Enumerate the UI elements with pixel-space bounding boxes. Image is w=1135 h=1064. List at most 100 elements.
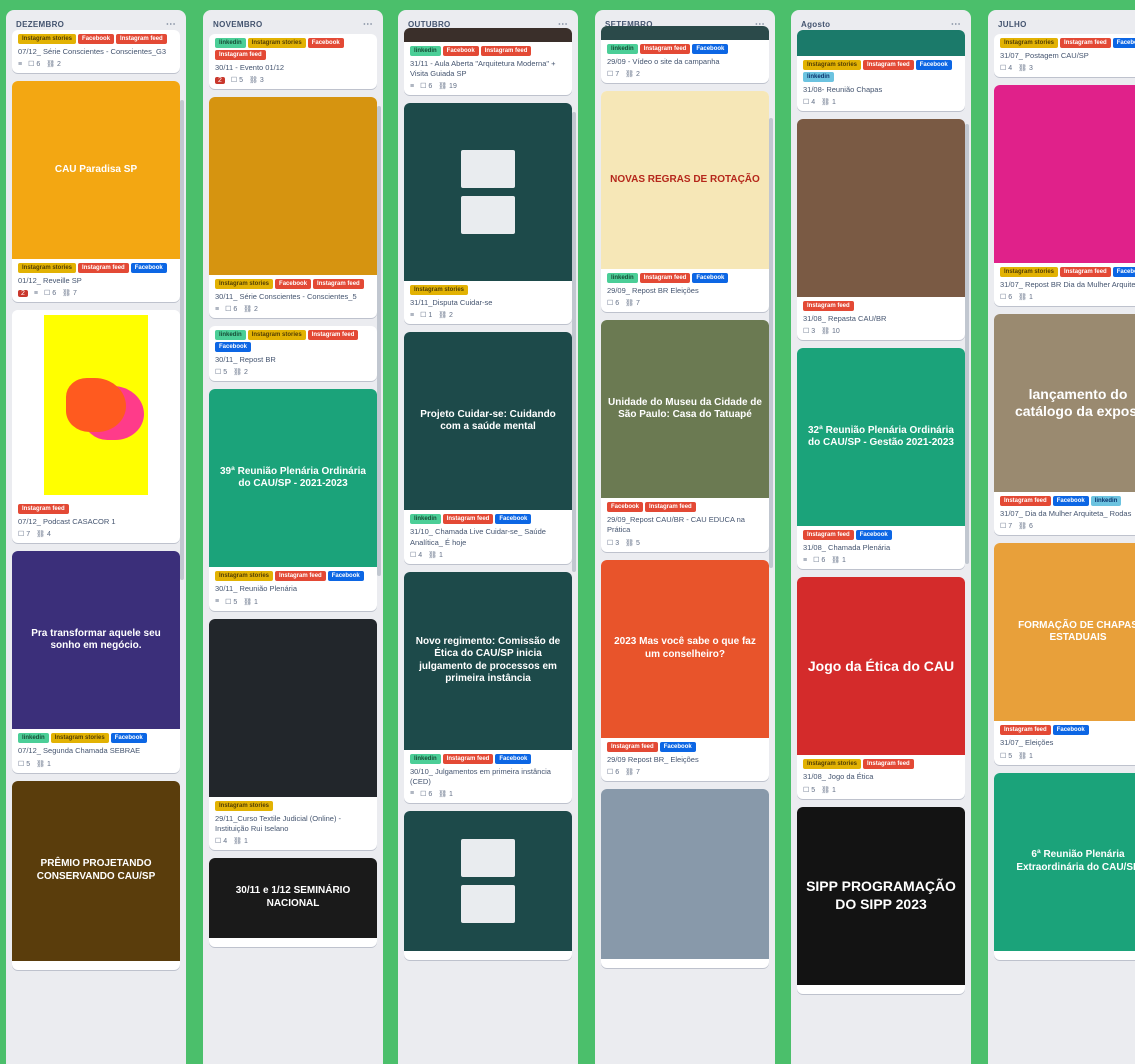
card-label[interactable]: Facebook (692, 44, 729, 54)
card-label[interactable]: Instagram feed (803, 530, 854, 541)
card-label[interactable]: Facebook (1052, 496, 1089, 507)
card-label[interactable]: Instagram feed (215, 50, 266, 60)
card-label[interactable]: Instagram feed (307, 330, 359, 341)
list-scrollbar[interactable] (769, 118, 773, 568)
card-label[interactable]: Instagram feed (18, 504, 69, 515)
card-label[interactable]: Facebook (442, 46, 479, 56)
card[interactable]: 30/11 e 1/12 SEMINÁRIO NACIONAL (209, 857, 377, 947)
card-label[interactable]: linkedin (410, 753, 441, 764)
card[interactable]: linkedin Facebook Instagram feed 31/11 - Au… (404, 28, 572, 96)
card-label[interactable]: linkedin (410, 514, 441, 525)
card[interactable]: 6ª Reunião Plenária Extraordinária do CA… (994, 772, 1135, 960)
card-label[interactable]: Facebook (692, 273, 729, 284)
card-label[interactable]: Instagram feed (480, 46, 532, 56)
card-label[interactable]: Facebook (327, 571, 364, 582)
card-label[interactable]: Facebook (1112, 38, 1135, 48)
card-label[interactable]: Instagram feed (607, 741, 658, 752)
card-label[interactable]: Facebook (495, 514, 532, 525)
card[interactable]: NOVAS REGRAS DE ROTAÇÃO linkedin Instagram… (601, 91, 769, 313)
card-label[interactable]: Instagram stories (247, 330, 306, 341)
card-label[interactable]: Instagram stories (247, 38, 306, 48)
card[interactable]: linkedin Instagram stories Facebook Instagr… (209, 34, 377, 90)
card[interactable]: Instagram stories 31/11_Disputa Cuidar-se… (404, 103, 572, 325)
card-label[interactable]: Instagram stories (1000, 38, 1059, 48)
card-label[interactable]: Instagram feed (275, 571, 326, 582)
list-scrollbar[interactable] (965, 124, 969, 564)
card-label[interactable]: linkedin (607, 44, 638, 54)
card[interactable]: Instagram stories 29/11_Curso Textile Jud… (209, 618, 377, 850)
card-label[interactable]: Facebook (110, 733, 147, 744)
card[interactable] (601, 788, 769, 968)
card-label[interactable]: Facebook (307, 38, 344, 48)
card-label[interactable]: Facebook (78, 34, 115, 44)
card-label[interactable]: Instagram feed (863, 60, 914, 70)
card[interactable]: Novo regimento: Comissão de Ética do CAU… (404, 571, 572, 803)
card-label[interactable]: linkedin (410, 46, 441, 56)
card-label[interactable]: Instagram feed (639, 273, 691, 284)
card[interactable]: Instagram storiesInstagram feedFacebook 3… (994, 34, 1135, 78)
list-scrollbar[interactable] (377, 106, 381, 576)
card-label[interactable]: Facebook (215, 342, 252, 353)
card-label[interactable]: linkedin (803, 72, 834, 82)
card-label[interactable]: Instagram stories (18, 263, 77, 274)
card-label[interactable]: Instagram feed (803, 301, 854, 312)
card-label[interactable]: Instagram stories (50, 733, 109, 744)
card[interactable]: PRÊMIO PROJETANDO CONSERVANDO CAU/SP (12, 780, 180, 970)
card[interactable]: linkedin Instagram stories Instagram feed F… (209, 326, 377, 382)
card[interactable]: linkedin Instagram feed Facebook 29/09 - Ví… (601, 26, 769, 84)
card-label[interactable]: Instagram feed (1060, 267, 1111, 278)
list-menu-icon[interactable]: ⋯ (951, 19, 961, 30)
card[interactable]: Projeto Cuidar-se: Cuidando com a saúde … (404, 332, 572, 564)
card[interactable]: Jogo da Ética do CAU Instagram stories Ins… (797, 577, 965, 799)
card-label[interactable]: Instagram stories (215, 571, 274, 582)
card-label[interactable]: Facebook (495, 753, 532, 764)
card[interactable]: Instagram feed 31/08_ Repasta CAU/BR ☐ 3 ⛓ … (797, 119, 965, 341)
card[interactable]: 32ª Reunião Plenária Ordinária do CAU/SP… (797, 348, 965, 570)
card-label[interactable]: Instagram feed (639, 44, 691, 54)
card-label[interactable]: linkedin (1090, 496, 1122, 507)
card[interactable]: Instagram stories Instagram feed Facebook l… (797, 30, 965, 112)
card-label[interactable]: Instagram feed (645, 502, 696, 513)
card[interactable]: Pra transformar aquele seu sonho em negó… (12, 551, 180, 773)
card-label[interactable]: Instagram feed (313, 279, 364, 290)
card[interactable]: Unidade do Museu da Cidade de São Paulo:… (601, 320, 769, 552)
card-label[interactable]: Facebook (1052, 725, 1089, 736)
card-label[interactable]: Instagram stories (803, 759, 862, 770)
list-scrollbar[interactable] (180, 100, 184, 580)
card[interactable]: Instagram stories Facebook Instagram feed 0… (12, 30, 180, 74)
card-label[interactable]: Instagram stories (215, 800, 274, 811)
card[interactable] (404, 810, 572, 960)
card-label[interactable]: Facebook (915, 60, 952, 70)
list-menu-icon[interactable]: ⋯ (363, 19, 373, 30)
card-label[interactable]: linkedin (215, 38, 246, 48)
card[interactable]: lançamento do catálogo da exposi Instagra… (994, 314, 1135, 536)
card-label[interactable]: Instagram feed (1060, 38, 1111, 48)
card[interactable]: 2023 Mas você sabe o que faz um conselhe… (601, 559, 769, 781)
card[interactable]: FORMAÇÃO DE CHAPAS ESTADUAIS Instagram fe… (994, 543, 1135, 765)
card-label[interactable]: Facebook (855, 530, 892, 541)
card-label[interactable]: linkedin (18, 733, 49, 744)
card-label[interactable]: Instagram feed (1000, 496, 1051, 507)
card-label[interactable]: Instagram feed (442, 753, 494, 764)
card-label[interactable]: Instagram stories (803, 60, 862, 70)
card-label[interactable]: Instagram feed (78, 263, 129, 274)
card-label[interactable]: Facebook (1112, 267, 1135, 278)
card[interactable]: Instagram feed 07/12_ Podcast CASACOR 1 ☐ … (12, 310, 180, 544)
card-label[interactable]: Facebook (607, 502, 644, 513)
card-label[interactable]: Instagram feed (1000, 725, 1051, 736)
card-label[interactable]: Instagram feed (442, 514, 494, 525)
card[interactable]: CAU Paradisa SP Instagram stories Instagra… (12, 81, 180, 303)
card-label[interactable]: Instagram stories (215, 279, 274, 290)
card-label[interactable]: Instagram feed (116, 34, 167, 44)
card-label[interactable]: Facebook (659, 741, 696, 752)
card-label[interactable]: Facebook (130, 263, 167, 274)
card[interactable]: Instagram stories Facebook Instagram feed 3… (209, 97, 377, 319)
card[interactable]: SIPP PROGRAMAÇÃO DO SIPP 2023 (797, 806, 965, 994)
card-label[interactable]: Instagram feed (863, 759, 914, 770)
list-menu-icon[interactable]: ⋯ (166, 19, 176, 30)
card[interactable]: Instagram storiesInstagram feedFacebook 3… (994, 85, 1135, 307)
card-label[interactable]: Instagram stories (18, 34, 77, 44)
list-scrollbar[interactable] (572, 112, 576, 572)
card-label[interactable]: linkedin (215, 330, 246, 341)
card-label[interactable]: Instagram stories (410, 285, 469, 296)
